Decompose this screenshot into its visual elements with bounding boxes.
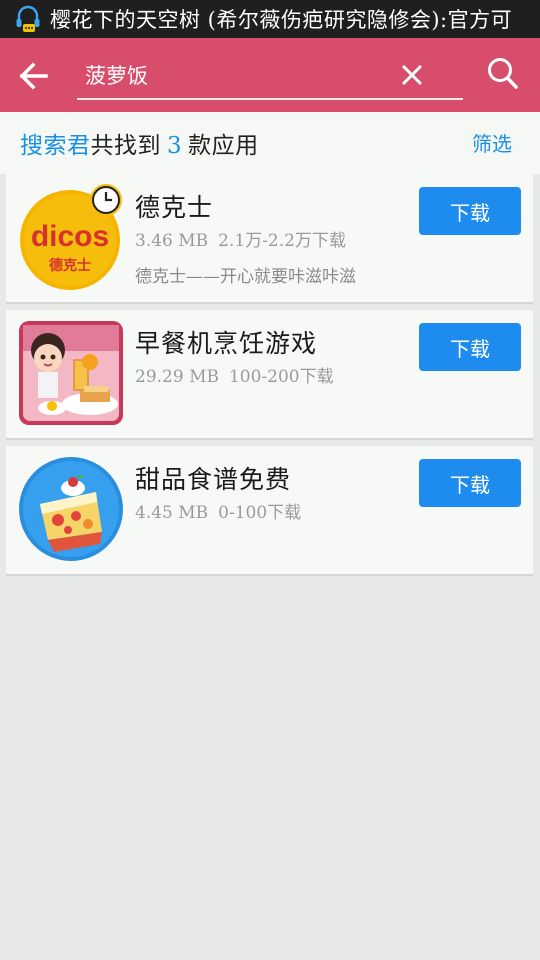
app-list-item[interactable]: dicos 德克士 德克士 3.46 MB 2.1万-2.2万下载 德克士——开心… [6, 174, 533, 304]
app-size: 3.46 MB [135, 231, 209, 251]
results-count: 3 [167, 133, 183, 159]
app-description: 德克士——开心就要咔滋咔滋 [135, 267, 356, 287]
app-size: 4.45 MB [135, 503, 209, 523]
dicos-logo-icon: dicos 德克士 [20, 184, 122, 290]
status-bar: 樱花下的天空树 (希尔薇伤疤研究隐修会):官方可 [0, 0, 540, 38]
notification-text: 樱花下的天空树 (希尔薇伤疤研究隐修会):官方可 [50, 8, 513, 32]
download-button[interactable]: 下载 [419, 187, 521, 235]
results-summary: 搜索君共找到 3 款应用 [20, 126, 259, 160]
app-name: 早餐机烹饪游戏 [135, 329, 318, 358]
search-field[interactable] [77, 52, 463, 100]
app-meta: 4.45 MB 0-100下载 [135, 498, 301, 523]
filter-button[interactable]: 筛选 [472, 128, 512, 157]
download-button[interactable]: 下载 [419, 323, 521, 371]
app-name: 德克士 [135, 193, 214, 222]
app-list-item[interactable]: 甜品食谱免费 4.45 MB 0-100下载 下载 [6, 446, 533, 576]
app-downloads: 0-100下载 [218, 503, 302, 523]
app-downloads: 2.1万-2.2万下载 [218, 231, 346, 251]
results-prefix: 搜索君 [20, 133, 91, 159]
results-suffix: 款应用 [188, 133, 259, 159]
dicos-sub-text: 德克士 [49, 257, 91, 274]
app-meta: 3.46 MB 2.1万-2.2万下载 [135, 226, 346, 251]
headset-icon [16, 5, 40, 32]
cake-icon [19, 457, 123, 561]
download-button[interactable]: 下载 [419, 459, 521, 507]
app-downloads: 100-200下载 [228, 367, 334, 387]
breakfast-game-icon [19, 321, 123, 425]
app-size: 29.29 MB [135, 367, 219, 387]
app-meta: 29.29 MB 100-200下载 [135, 362, 334, 387]
search-icon[interactable] [486, 56, 520, 92]
results-middle: 共找到 [90, 133, 161, 159]
arrow-left-icon[interactable] [14, 56, 54, 96]
results-header: 搜索君共找到 3 款应用 筛选 [0, 112, 540, 174]
app-name: 甜品食谱免费 [135, 465, 292, 494]
search-input[interactable] [85, 58, 385, 92]
search-app-bar [0, 38, 540, 112]
app-list-item[interactable]: 早餐机烹饪游戏 29.29 MB 100-200下载 下载 [6, 310, 533, 440]
close-icon[interactable] [399, 62, 425, 88]
dicos-brand-text: dicos [31, 220, 109, 253]
